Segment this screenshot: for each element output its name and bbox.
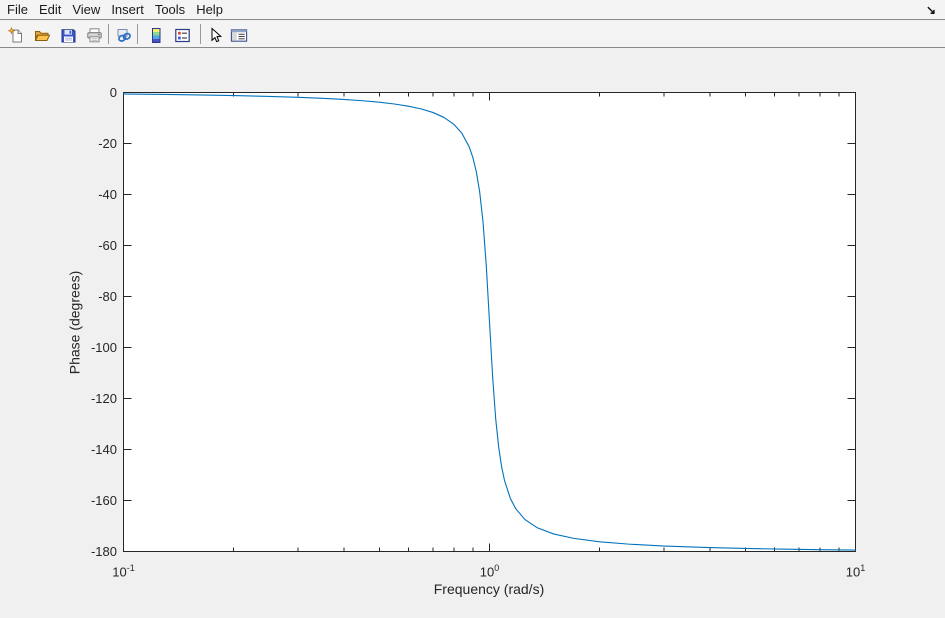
edit-plot-button[interactable] (206, 26, 224, 44)
y-tick-label: -180 (40, 544, 117, 560)
menu-file[interactable]: File (7, 0, 37, 20)
x-tick-label: 100 (460, 559, 520, 577)
menu-tools[interactable]: Tools (155, 0, 194, 20)
colorbar-icon (148, 27, 165, 44)
new-figure-button[interactable] (7, 26, 25, 44)
y-tick-label: -140 (40, 442, 117, 458)
property-editor-button[interactable] (230, 26, 248, 44)
link-plot-button[interactable] (115, 26, 133, 44)
menu-view[interactable]: View (72, 0, 109, 20)
y-tick-label: -20 (40, 136, 117, 152)
x-axis-label: Frequency (rad/s) (359, 581, 619, 597)
matlab-figure-window: File Edit View Insert Tools Help ↘ (0, 0, 945, 618)
x-tick-label: 101 (826, 559, 886, 577)
legend-icon (174, 27, 191, 44)
y-tick-label: -40 (40, 187, 117, 203)
plot-area (0, 48, 945, 618)
insert-colorbar-button[interactable] (147, 26, 165, 44)
open-file-button[interactable] (33, 26, 51, 44)
menu-help[interactable]: Help (196, 0, 232, 20)
y-tick-label: 0 (40, 85, 117, 101)
open-folder-icon (34, 27, 51, 44)
y-tick-label: -60 (40, 238, 117, 254)
toolbar-separator (200, 24, 201, 44)
menu-edit[interactable]: Edit (39, 0, 70, 20)
toolbar-separator (108, 24, 109, 44)
save-button[interactable] (59, 26, 77, 44)
insert-legend-button[interactable] (173, 26, 191, 44)
print-button[interactable] (85, 26, 103, 44)
x-tick-label: 10-1 (94, 559, 154, 577)
save-floppy-icon (60, 27, 77, 44)
print-icon (86, 27, 103, 44)
link-plot-icon (116, 27, 133, 44)
y-tick-label: -120 (40, 391, 117, 407)
figure-toolbar (0, 21, 945, 48)
cursor-arrow-icon (207, 27, 224, 44)
property-editor-icon (230, 27, 248, 44)
y-tick-label: -100 (40, 340, 117, 356)
window-resize-glyph: ↘ (926, 1, 936, 19)
toolbar-separator (137, 24, 138, 44)
y-tick-label: -80 (40, 289, 117, 305)
figure-canvas: Frequency (rad/s) Phase (degrees) 0-20-4… (0, 48, 945, 618)
menubar: File Edit View Insert Tools Help ↘ (0, 0, 945, 20)
new-document-icon (8, 27, 25, 44)
menu-insert[interactable]: Insert (111, 0, 153, 20)
y-tick-label: -160 (40, 493, 117, 509)
